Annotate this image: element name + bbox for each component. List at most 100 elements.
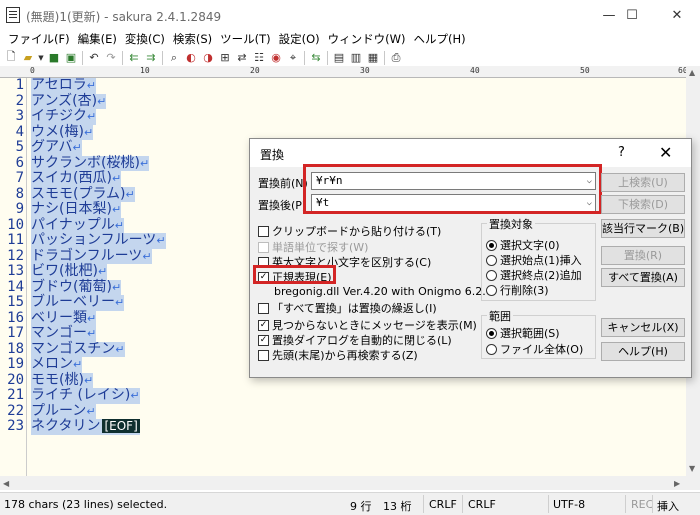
help-button[interactable]: ヘルプ(H) <box>601 342 685 361</box>
print-icon[interactable]: ⎙ <box>388 50 404 65</box>
menu-help[interactable]: ヘルプ(H) <box>410 30 470 49</box>
line-text[interactable]: ライチ (レイシ)↵ <box>31 387 140 404</box>
radio-button[interactable] <box>486 343 497 355</box>
line-text[interactable]: プルーン↵ <box>31 403 96 419</box>
checkbox-box[interactable] <box>258 241 269 253</box>
find-icon[interactable]: ⌕ <box>166 50 182 65</box>
line-text[interactable]: ブルーベリー↵ <box>31 294 125 311</box>
tag-jump-icon[interactable]: ⌖ <box>285 50 301 65</box>
line-text[interactable]: アンズ(杏)↵ <box>31 93 107 109</box>
line-text[interactable]: マンゴスチン↵ <box>31 341 125 357</box>
scroll-down-icon[interactable]: ▼ <box>689 464 695 473</box>
checkbox-box[interactable] <box>258 302 269 314</box>
line-text[interactable]: ネクタリン [EOF] <box>31 418 140 435</box>
eol-mode-indicator[interactable]: CRLF <box>468 498 496 511</box>
menu-search[interactable]: 検索(S) <box>169 30 216 49</box>
undo-icon[interactable]: ↶ <box>86 50 102 65</box>
word-unit-checkbox[interactable]: 単語単位で探す(W) <box>258 239 368 255</box>
encoding-indicator[interactable]: UTF-8 <box>553 498 585 511</box>
checkbox-box[interactable] <box>258 349 269 361</box>
radio-button[interactable] <box>486 284 497 296</box>
range-all-radio[interactable]: ファイル全体(O) <box>486 341 583 357</box>
clipboard-checkbox[interactable]: クリップボードから貼り付ける(T) <box>258 223 441 239</box>
search-up-button[interactable]: 上検索(U) <box>601 173 685 192</box>
highlight-icon[interactable]: ◉ <box>268 50 284 65</box>
redo-icon[interactable]: ↷ <box>103 50 119 65</box>
radio-selected[interactable] <box>486 327 497 339</box>
checkbox-box[interactable] <box>258 225 269 237</box>
not-found-message-checkbox[interactable]: ✓ 見つからないときにメッセージを表示(M) <box>258 317 477 333</box>
find-prev-icon[interactable]: ◐ <box>183 50 199 65</box>
outline-icon[interactable]: ▤ <box>331 50 347 65</box>
replace-button[interactable]: 置換(R) <box>601 246 685 265</box>
line-text[interactable]: ビワ(枇杷)↵ <box>31 263 108 280</box>
line-text[interactable]: マンゴー↵ <box>31 325 97 342</box>
save-icon[interactable]: ■ <box>46 50 62 65</box>
menu-convert[interactable]: 変換(C) <box>121 30 169 49</box>
target-append-radio[interactable]: 選択終点(2)追加 <box>486 267 582 283</box>
line-text[interactable]: グアバ↵ <box>31 139 82 156</box>
line-text[interactable]: サクランボ(桜桃)↵ <box>31 155 150 171</box>
find-next-icon[interactable]: ◑ <box>200 50 216 65</box>
line-text[interactable]: パッションフルーツ↵ <box>31 232 166 249</box>
line-text[interactable]: ブドウ(葡萄)↵ <box>31 279 122 295</box>
line-text[interactable]: ウメ(梅)↵ <box>31 124 94 140</box>
maximize-button[interactable]: ☐ <box>609 0 655 30</box>
text-line[interactable]: 3 イチジク↵ <box>0 108 686 125</box>
compare-icon[interactable]: ⇆ <box>308 50 324 65</box>
repeat-replace-checkbox[interactable]: 「すべて置換」は置換の繰返し(I) <box>258 300 437 316</box>
radio-selected[interactable] <box>486 239 497 251</box>
wrap-search-checkbox[interactable]: 先頭(末尾)から再検索する(Z) <box>258 347 418 363</box>
dialog-close-icon[interactable]: ✕ <box>659 143 672 162</box>
text-line[interactable]: 1 アセロラ↵ <box>0 77 686 94</box>
scroll-right-icon[interactable]: ▶ <box>674 479 680 488</box>
grep-icon[interactable]: ☷ <box>251 50 267 65</box>
eol-indicator[interactable]: CRLF <box>429 498 457 511</box>
radio-button[interactable] <box>486 254 497 266</box>
mark-lines-button[interactable]: 該当行マーク(B) <box>601 219 685 238</box>
replace-all-button[interactable]: すべて置換(A) <box>601 268 685 287</box>
menu-settings[interactable]: 設定(O) <box>275 30 324 49</box>
line-text[interactable]: アセロラ↵ <box>31 77 96 94</box>
close-window-button[interactable]: ✕ <box>654 0 700 30</box>
line-text[interactable]: ドラゴンフルーツ↵ <box>31 248 152 264</box>
text-line[interactable]: 21 ライチ (レイシ)↵ <box>0 387 686 404</box>
line-text[interactable]: ベリー類↵ <box>31 310 97 326</box>
menu-tools[interactable]: ツール(T) <box>216 30 275 49</box>
jump-forward-icon[interactable]: ⇉ <box>143 50 159 65</box>
cancel-button[interactable]: キャンセル(X) <box>601 318 685 337</box>
target-delete-radio[interactable]: 行削除(3) <box>486 282 549 298</box>
text-line[interactable]: 22 プルーン↵ <box>0 403 686 419</box>
text-line[interactable]: 23 ネクタリン [EOF] <box>0 418 686 435</box>
save-as-icon[interactable]: ▣ <box>63 50 79 65</box>
line-text[interactable]: パイナップル↵ <box>31 217 124 233</box>
line-text[interactable]: スモモ(プラム)↵ <box>31 186 135 202</box>
search-down-button[interactable]: 下検索(D) <box>601 195 685 214</box>
settings-icon[interactable]: ▦ <box>365 50 381 65</box>
target-selection-radio[interactable]: 選択文字(0) <box>486 237 560 253</box>
line-text[interactable]: スイカ(西瓜)↵ <box>31 170 122 187</box>
line-text[interactable]: モモ(桃)↵ <box>31 372 94 388</box>
auto-close-checkbox[interactable]: ✓ 置換ダイアログを自動的に閉じる(L) <box>258 332 452 348</box>
range-selection-radio[interactable]: 選択範囲(S) <box>486 325 560 341</box>
dialog-help-icon[interactable]: ? <box>618 145 625 160</box>
line-text[interactable]: イチジク↵ <box>31 108 97 125</box>
function-list-icon[interactable]: ▥ <box>348 50 364 65</box>
line-text[interactable]: メロン↵ <box>31 356 83 373</box>
jump-back-icon[interactable]: ⇇ <box>126 50 142 65</box>
horizontal-scrollbar[interactable]: ◀ ▶ <box>0 476 700 490</box>
radio-button[interactable] <box>486 269 497 281</box>
open-folder-icon[interactable]: ▰ <box>20 50 36 65</box>
line-text[interactable]: ナシ(日本梨)↵ <box>31 201 122 218</box>
new-file-icon[interactable]: 🗋 <box>3 50 19 65</box>
checkbox-checked[interactable]: ✓ <box>258 319 269 331</box>
menu-window[interactable]: ウィンドウ(W) <box>324 30 410 49</box>
target-insert-radio[interactable]: 選択始点(1)挿入 <box>486 252 582 268</box>
find-all-icon[interactable]: ⊞ <box>217 50 233 65</box>
text-line[interactable]: 2 アンズ(杏)↵ <box>0 93 686 109</box>
replace-icon[interactable]: ⇄ <box>234 50 250 65</box>
menu-edit[interactable]: 編集(E) <box>74 30 121 49</box>
checkbox-checked[interactable]: ✓ <box>258 334 269 346</box>
dropdown-arrow-icon[interactable]: ▼ <box>37 50 45 65</box>
menu-file[interactable]: ファイル(F) <box>4 30 74 49</box>
